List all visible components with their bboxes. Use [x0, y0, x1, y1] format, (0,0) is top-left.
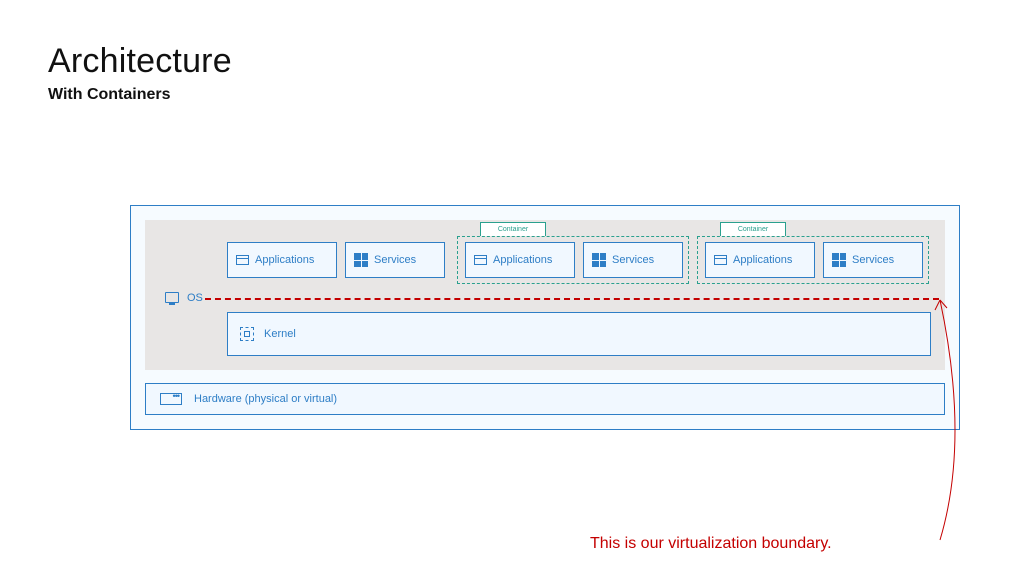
kernel-block: Kernel — [227, 312, 931, 356]
window-icon — [474, 255, 487, 265]
services-block: Services — [823, 242, 923, 278]
kernel-icon — [240, 327, 254, 341]
block-label: Services — [852, 254, 894, 266]
applications-block: Applications — [465, 242, 575, 278]
slide: Architecture With Containers OS Containe… — [0, 0, 1024, 576]
architecture-frame: OS Container Container Applications Serv… — [130, 205, 960, 430]
kernel-label: Kernel — [264, 328, 296, 340]
applications-block: Applications — [227, 242, 337, 278]
services-block: Services — [583, 242, 683, 278]
block-label: Services — [374, 254, 416, 266]
slide-title: Architecture — [48, 42, 232, 81]
windows-icon — [354, 253, 368, 267]
hardware-icon — [160, 393, 182, 405]
window-icon — [236, 255, 249, 265]
applications-block: Applications — [705, 242, 815, 278]
services-block: Services — [345, 242, 445, 278]
hardware-label: Hardware (physical or virtual) — [194, 393, 337, 405]
block-label: Applications — [255, 254, 314, 266]
hardware-block: Hardware (physical or virtual) — [145, 383, 945, 415]
container-tab: Container — [480, 222, 546, 236]
windows-icon — [832, 253, 846, 267]
os-label: OS — [187, 292, 203, 304]
annotation-text: This is our virtualization boundary. — [590, 535, 832, 553]
windows-icon — [592, 253, 606, 267]
virtualization-boundary-line — [205, 298, 939, 300]
slide-subtitle: With Containers — [48, 86, 171, 104]
window-icon — [714, 255, 727, 265]
container-tab: Container — [720, 222, 786, 236]
block-label: Applications — [733, 254, 792, 266]
block-label: Applications — [493, 254, 552, 266]
block-label: Services — [612, 254, 654, 266]
monitor-icon — [165, 292, 179, 303]
os-layer: OS Container Container Applications Serv… — [145, 220, 945, 370]
